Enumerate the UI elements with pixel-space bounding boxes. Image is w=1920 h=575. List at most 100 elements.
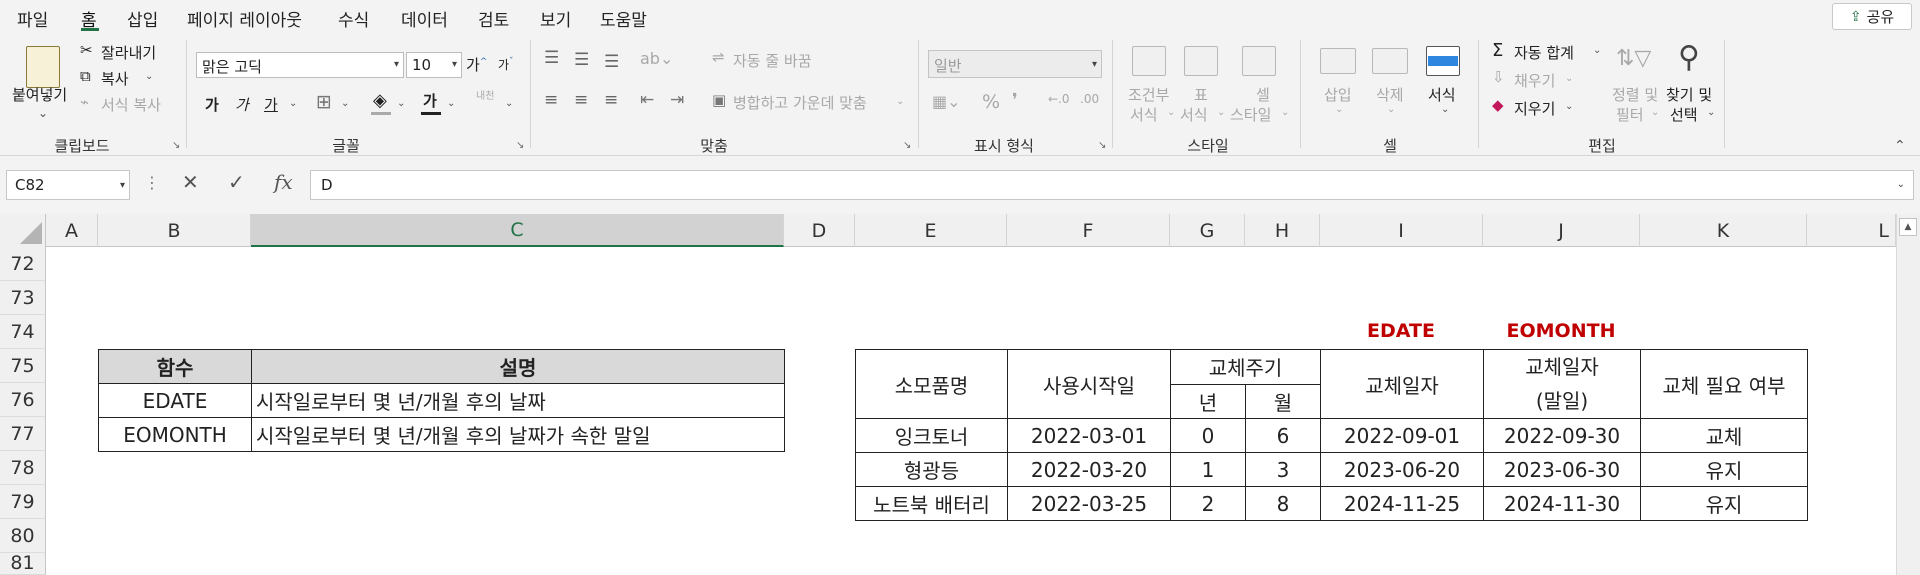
menu-formulas[interactable]: 수식 — [338, 6, 369, 31]
merge-center-button[interactable]: 병합하고 가운데 맞춤 — [733, 92, 867, 113]
number-launcher-icon[interactable]: ↘ — [1098, 140, 1106, 151]
chevron-down-icon[interactable]: ⌄ — [1651, 107, 1659, 118]
row-header-78[interactable]: 78 — [0, 451, 46, 485]
font-color-button[interactable]: 가 — [423, 90, 437, 111]
cut-button[interactable]: 잘라내기 — [101, 42, 156, 63]
phonetic-button[interactable]: 내천 — [476, 92, 494, 102]
replace-eom-header[interactable]: 교체일자 (말일) — [1483, 349, 1642, 419]
find-select-button[interactable]: 찾기 및 — [1666, 84, 1712, 105]
autosum-button[interactable]: 자동 합계 — [1514, 42, 1574, 63]
column-header-b[interactable]: B — [98, 214, 251, 247]
border-dropdown-icon[interactable]: ⌄ — [341, 98, 349, 109]
accounting-icon[interactable]: ▦⌄ — [932, 92, 961, 111]
row-header-81[interactable]: 81 — [0, 552, 46, 575]
menu-file[interactable]: 파일 — [17, 6, 48, 31]
cell-styles-button[interactable]: 셀 — [1256, 84, 1270, 105]
delete-cells-button[interactable]: 삭제 — [1376, 84, 1404, 105]
worksheet-grid[interactable]: A B C D E F G H I J K L 72 73 74 75 76 7… — [0, 214, 1920, 575]
format-painter-button[interactable]: 서식 복사 — [101, 94, 161, 115]
cycle-month-cell[interactable]: 3 — [1244, 452, 1322, 487]
replace-eom-cell[interactable]: 2022-09-30 — [1483, 418, 1642, 453]
replace-date-cell[interactable]: 2024-11-25 — [1320, 486, 1485, 521]
item-cell[interactable]: 잉크토너 — [855, 418, 1008, 453]
fill-button[interactable]: 채우기 — [1514, 70, 1555, 91]
clipboard-launcher-icon[interactable]: ↘ — [172, 140, 180, 151]
underline-button[interactable]: 가 — [264, 94, 278, 115]
start-date-cell[interactable]: 2022-03-25 — [1007, 486, 1171, 521]
row-header-73[interactable]: 73 — [0, 281, 46, 315]
cycle-year-cell[interactable]: 2 — [1170, 486, 1246, 521]
cancel-icon[interactable]: ✕ — [182, 170, 199, 194]
enter-icon[interactable]: ✓ — [228, 170, 245, 194]
cycle-month-cell[interactable]: 8 — [1244, 486, 1322, 521]
grow-font-button[interactable]: 가^ — [466, 54, 487, 75]
insert-cells-button[interactable]: 삽입 — [1324, 84, 1352, 105]
percent-button[interactable]: % — [982, 91, 1000, 113]
row-header-77[interactable]: 77 — [0, 417, 46, 451]
underline-dropdown-icon[interactable]: ⌄ — [289, 98, 297, 109]
shrink-font-button[interactable]: 가ˇ — [498, 56, 514, 73]
item-cell[interactable]: 형광등 — [855, 452, 1008, 487]
chevron-down-icon[interactable]: ⌄ — [1441, 104, 1449, 115]
increase-indent-icon[interactable]: ⇥ — [670, 90, 684, 110]
merge-dropdown-icon[interactable]: ⌄ — [896, 96, 904, 107]
more-options-icon[interactable]: ⋮ — [144, 173, 160, 192]
function-cell[interactable]: EDATE — [98, 383, 252, 418]
menu-insert[interactable]: 삽입 — [127, 6, 158, 31]
column-header-h[interactable]: H — [1245, 214, 1320, 247]
column-header-l[interactable]: L — [1807, 214, 1896, 247]
need-replace-cell[interactable]: 유지 — [1640, 486, 1809, 521]
increase-decimal-icon[interactable]: ←.0 — [1048, 92, 1070, 106]
replace-eom-cell[interactable]: 2024-11-30 — [1483, 486, 1642, 521]
eomonth-label[interactable]: EOMONTH — [1507, 320, 1616, 342]
column-header-k[interactable]: K — [1640, 214, 1807, 247]
decrease-indent-icon[interactable]: ⇤ — [640, 90, 654, 110]
column-header-c[interactable]: C — [251, 214, 784, 247]
replace-date-cell[interactable]: 2023-06-20 — [1320, 452, 1485, 487]
column-header-g[interactable]: G — [1170, 214, 1245, 247]
item-name-header[interactable]: 소모품명 — [855, 349, 1008, 419]
align-bottom-icon[interactable]: ☰ — [604, 52, 619, 72]
autosum-dropdown-icon[interactable]: ⌄ — [1593, 45, 1601, 56]
wrap-text-button[interactable]: 자동 줄 바꿈 — [733, 50, 812, 71]
cycle-year-cell[interactable]: 0 — [1170, 418, 1246, 453]
start-date-cell[interactable]: 2022-03-20 — [1007, 452, 1171, 487]
start-date-cell[interactable]: 2022-03-01 — [1007, 418, 1171, 453]
clear-dropdown-icon[interactable]: ⌄ — [1565, 101, 1573, 112]
expand-formula-icon[interactable]: ⌄ — [1897, 179, 1905, 190]
font-name-select[interactable]: 맑은 고딕 ▾ — [196, 52, 404, 78]
cycle-header[interactable]: 교체주기 — [1169, 349, 1322, 385]
decrease-decimal-icon[interactable]: .00 — [1080, 92, 1099, 106]
align-right-icon[interactable]: ≡ — [604, 90, 618, 110]
number-format-select[interactable]: 일반 ▾ — [928, 50, 1102, 78]
menu-page-layout[interactable]: 페이지 레이아웃 — [187, 6, 302, 31]
chevron-down-icon[interactable]: ⌄ — [1217, 107, 1225, 118]
fill-color-icon[interactable]: ◈ — [373, 90, 387, 111]
menu-review[interactable]: 검토 — [478, 6, 509, 31]
collapse-ribbon-icon[interactable]: ⌃ — [1894, 138, 1906, 154]
format-table-button[interactable]: 표 — [1194, 84, 1208, 105]
description-cell[interactable]: 시작일로부터 몇 년/개월 후의 날짜가 속한 말일 — [251, 417, 785, 452]
insert-function-icon[interactable]: fx — [274, 170, 293, 194]
column-header-a[interactable]: A — [46, 214, 98, 247]
chevron-down-icon[interactable]: ⌄ — [1167, 107, 1175, 118]
need-replace-cell[interactable]: 유지 — [1640, 452, 1809, 487]
cycle-year-cell[interactable]: 1 — [1170, 452, 1246, 487]
format-cells-button[interactable]: 서식 — [1428, 84, 1456, 105]
select-all-corner[interactable] — [0, 214, 46, 247]
chevron-down-icon[interactable]: ⌄ — [1387, 104, 1395, 115]
item-cell[interactable]: 노트북 배터리 — [855, 486, 1008, 521]
paste-dropdown-icon[interactable]: ⌄ — [38, 106, 48, 120]
need-replace-header[interactable]: 교체 필요 여부 — [1640, 349, 1809, 419]
replace-date-header[interactable]: 교체일자 — [1320, 349, 1485, 419]
column-header-e[interactable]: E — [855, 214, 1007, 247]
align-left-icon[interactable]: ≡ — [544, 90, 558, 110]
font-launcher-icon[interactable]: ↘ — [516, 140, 524, 151]
copy-button[interactable]: 복사 — [101, 68, 129, 89]
align-top-icon[interactable]: ☰ — [544, 48, 559, 68]
menu-view[interactable]: 보기 — [540, 6, 571, 31]
chevron-down-icon[interactable]: ⌄ — [1335, 104, 1343, 115]
fill-color-dropdown-icon[interactable]: ⌄ — [397, 98, 405, 109]
copy-dropdown-icon[interactable]: ⌄ — [145, 71, 153, 82]
clear-button[interactable]: 지우기 — [1514, 98, 1555, 119]
